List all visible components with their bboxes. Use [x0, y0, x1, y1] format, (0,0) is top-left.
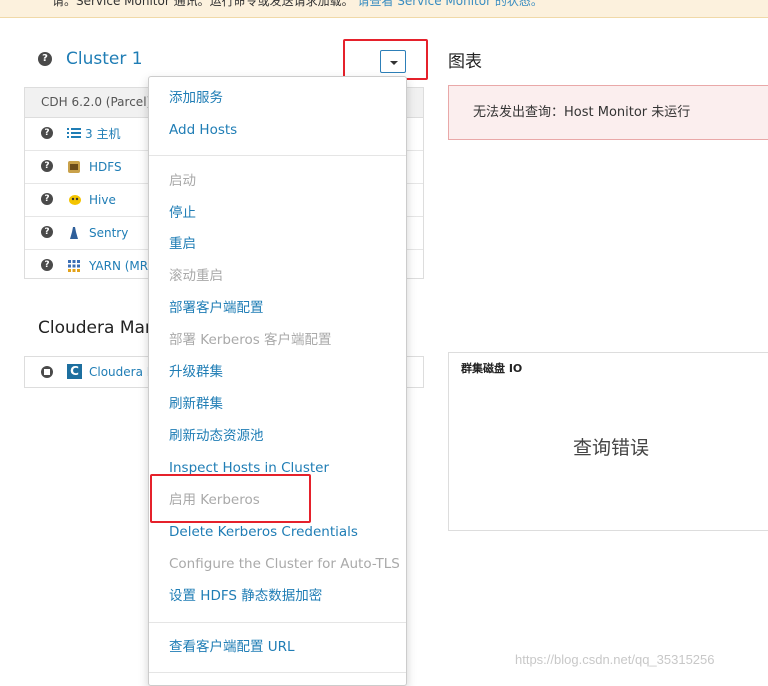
help-icon[interactable]: ?: [38, 52, 52, 66]
banner-link[interactable]: 请查看 Service Monitor 的状态。: [357, 0, 542, 8]
menu-item-view-client-config-urls[interactable]: 查看客户端配置 URL: [169, 638, 295, 656]
service-monitor-banner: 请。Service Monitor 通讯。运行命令或发送请求加载。 请查看 Se…: [0, 0, 768, 18]
menu-item-configure-auto-tls: Configure the Cluster for Auto-TLS: [169, 556, 400, 572]
menu-item-add-service[interactable]: 添加服务: [169, 89, 223, 107]
help-icon[interactable]: ?: [41, 127, 53, 139]
service-link[interactable]: HDFS: [89, 151, 122, 183]
menu-item-restart[interactable]: 重启: [169, 235, 196, 253]
service-link[interactable]: Hive: [89, 184, 116, 216]
cloudera-logo-icon: C: [67, 364, 82, 379]
watermark: https://blog.csdn.net/qq_35315256: [515, 652, 715, 667]
help-icon[interactable]: ?: [41, 226, 53, 238]
menu-divider: [149, 672, 406, 673]
menu-item-add-hosts[interactable]: Add Hosts: [169, 121, 237, 139]
help-icon[interactable]: ?: [41, 193, 53, 205]
host-monitor-alert: 无法发出查询：Host Monitor 未运行: [448, 85, 768, 140]
service-link[interactable]: 3 主机: [85, 118, 120, 150]
hosts-list-icon: [67, 127, 81, 141]
menu-item-delete-kerberos-credentials[interactable]: Delete Kerberos Credentials: [169, 523, 358, 541]
cluster-disk-io-chart: 群集磁盘 IO 查询错误: [448, 352, 768, 531]
hdfs-icon: [67, 160, 81, 174]
menu-item-hdfs-encryption[interactable]: 设置 HDFS 静态数据加密: [169, 587, 322, 605]
chart-title: 群集磁盘 IO: [461, 362, 523, 375]
menu-item-refresh-dynamic-resource-pools[interactable]: 刷新动态资源池: [169, 427, 264, 445]
stopped-status-icon: [41, 366, 53, 378]
menu-item-start: 启动: [169, 173, 196, 189]
menu-item-deploy-kerberos-client-config: 部署 Kerberos 客户端配置: [169, 332, 332, 348]
highlight-box-enable-kerberos: [150, 474, 311, 523]
service-link[interactable]: Sentry: [89, 217, 128, 249]
banner-text: 请。Service Monitor 通讯。运行命令或发送请求加载。: [52, 0, 354, 8]
sentry-icon: [67, 226, 81, 240]
menu-item-deploy-client-config[interactable]: 部署客户端配置: [169, 299, 264, 317]
menu-item-upgrade-cluster[interactable]: 升级群集: [169, 363, 223, 381]
charts-title: 图表: [448, 52, 482, 72]
yarn-icon: [67, 259, 81, 273]
cluster-header: ? Cluster 1: [38, 47, 143, 71]
help-icon[interactable]: ?: [41, 160, 53, 172]
menu-item-stop[interactable]: 停止: [169, 204, 196, 222]
chart-error-message: 查询错误: [573, 437, 650, 459]
menu-item-rolling-restart: 滚动重启: [169, 268, 223, 284]
menu-divider: [149, 622, 406, 623]
help-icon[interactable]: ?: [41, 259, 53, 271]
cluster-actions-menu: 添加服务 Add Hosts 启动 停止 重启 滚动重启 部署客户端配置 部署 …: [148, 76, 407, 686]
cluster-title[interactable]: Cluster 1: [66, 49, 143, 69]
menu-item-refresh-cluster[interactable]: 刷新群集: [169, 395, 223, 413]
highlight-box-dropdown: [343, 39, 428, 80]
menu-divider: [149, 155, 406, 156]
hive-icon: [67, 193, 81, 207]
